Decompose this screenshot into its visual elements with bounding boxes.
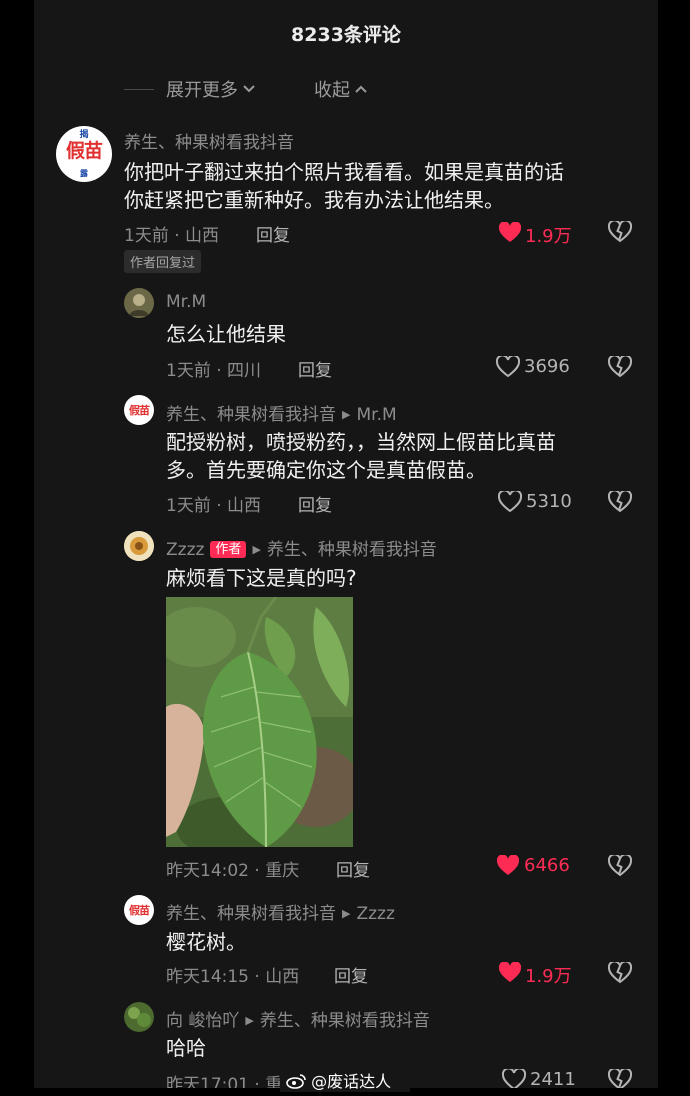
avatar-label: 假苗 xyxy=(65,140,103,162)
chevron-down-icon xyxy=(242,82,256,98)
reply-text: 麻烦看下这是真的吗? xyxy=(166,566,357,590)
weibo-icon xyxy=(286,1072,311,1091)
avatar[interactable] xyxy=(124,1002,154,1032)
collapse-label: 收起 xyxy=(314,80,350,101)
dislike-heart-icon[interactable] xyxy=(607,489,633,517)
reply-button[interactable]: 回复 xyxy=(334,962,368,987)
avatar-label: 假苗 xyxy=(129,404,150,417)
comment-text-line: 你把叶子翻过来拍个照片我看看。如果是真苗的话 xyxy=(124,160,564,184)
reply-text: 怎么让他结果 xyxy=(166,322,286,346)
reply-button[interactable]: 回复 xyxy=(256,221,290,246)
reply-meta: 昨天14:15 · 山西 xyxy=(166,967,300,987)
avatar-label: 假苗 xyxy=(129,904,150,917)
reply-button[interactable]: 回复 xyxy=(298,491,332,516)
like-count: 5310 xyxy=(526,491,572,512)
reply-target-username[interactable]: 养生、种果树看我抖音 xyxy=(267,540,437,560)
reply-arrow-icon: ▶ xyxy=(342,907,351,920)
reply-target-username[interactable]: Mr.M xyxy=(356,405,396,425)
reply-button[interactable]: 回复 xyxy=(336,856,370,881)
reply-username[interactable]: Zzzz xyxy=(166,540,204,560)
avatar[interactable]: 假苗 xyxy=(124,895,154,925)
watermark-text: @废话达人 xyxy=(311,1072,392,1091)
like-count: 1.9万 xyxy=(525,966,572,987)
comment-meta: 1天前 · 山西 xyxy=(124,226,220,246)
heart-filled-icon[interactable] xyxy=(498,961,522,988)
heart-outline-icon[interactable] xyxy=(497,489,523,517)
heart-outline-icon[interactable] xyxy=(495,354,521,382)
reply-username[interactable]: 养生、种果树看我抖音 xyxy=(166,904,336,924)
comment-text-line: 你赶紧把它重新种好。我有办法让他结果。 xyxy=(124,188,504,212)
author-badge: 作者 xyxy=(210,541,247,558)
reply-text: 哈哈 xyxy=(166,1036,206,1060)
reply-arrow-icon: ▶ xyxy=(342,408,351,421)
dislike-heart-icon[interactable] xyxy=(607,1067,633,1088)
avatar[interactable]: 揭 假苗 露 xyxy=(56,126,112,182)
divider-line xyxy=(124,89,154,90)
like-count: 3696 xyxy=(524,356,570,377)
reply-username[interactable]: Mr.M xyxy=(166,292,206,312)
like-count: 1.9万 xyxy=(525,226,572,247)
reply-arrow-icon: ▶ xyxy=(245,1014,254,1027)
leaf-photo[interactable] xyxy=(166,597,353,847)
avatar[interactable] xyxy=(124,531,154,561)
reply-username[interactable]: 向 峻怡吖 xyxy=(166,1011,239,1031)
avatar[interactable] xyxy=(124,288,154,318)
reply-header: 养生、种果树看我抖音 ▶ Zzzz xyxy=(166,899,395,924)
reply-header: 向 峻怡吖 ▶ 养生、种果树看我抖音 xyxy=(166,1006,430,1031)
reply-text: 樱花树。 xyxy=(166,930,246,954)
chevron-up-icon xyxy=(354,82,368,98)
avatar-bottom-text: 露 xyxy=(80,169,88,178)
avatar[interactable]: 假苗 xyxy=(124,395,154,425)
comment-panel: 8233条评论 展开更多 收起 揭 假苗 露 养生、种果树看我抖音 你把叶子翻过… xyxy=(34,0,658,1088)
reply-text-line: 配授粉树，喷授粉药，，当然网上假苗比真苗 xyxy=(166,430,556,454)
comment-count-title: 8233条评论 xyxy=(291,24,401,46)
dislike-heart-icon[interactable] xyxy=(607,219,633,247)
heart-filled-icon[interactable] xyxy=(498,221,522,248)
reply-header: Zzzz 作者 ▶ 养生、种果树看我抖音 xyxy=(166,535,437,560)
collapse-button[interactable]: 收起 xyxy=(314,76,368,102)
heart-filled-icon[interactable] xyxy=(496,854,520,881)
reply-button[interactable]: 回复 xyxy=(298,356,332,381)
dislike-heart-icon[interactable] xyxy=(607,853,633,881)
reply-meta: 1天前 · 山西 xyxy=(166,496,262,516)
reply-meta: 1天前 · 四川 xyxy=(166,361,262,381)
dislike-heart-icon[interactable] xyxy=(607,960,633,988)
like-count: 2411 xyxy=(530,1069,576,1088)
reply-arrow-icon: ▶ xyxy=(252,543,261,556)
reply-header: 养生、种果树看我抖音 ▶ Mr.M xyxy=(166,400,397,425)
reply-meta: 昨天17:01 · 重 xyxy=(166,1075,283,1088)
reply-text-line: 多。首先要确定你这个是真苗假苗。 xyxy=(166,458,486,482)
author-replied-badge: 作者回复过 xyxy=(124,250,202,273)
reply-target-username[interactable]: Zzzz xyxy=(356,904,394,924)
expand-more-label: 展开更多 xyxy=(166,80,238,101)
dislike-heart-icon[interactable] xyxy=(607,354,633,382)
watermark: @废话达人 xyxy=(286,1068,391,1092)
reply-target-username[interactable]: 养生、种果树看我抖音 xyxy=(260,1011,430,1031)
heart-outline-icon[interactable] xyxy=(501,1067,527,1088)
like-count: 6466 xyxy=(524,855,570,876)
reply-username[interactable]: 养生、种果树看我抖音 xyxy=(166,405,336,425)
comment-username[interactable]: 养生、种果树看我抖音 xyxy=(124,128,294,153)
reply-meta: 昨天14:02 · 重庆 xyxy=(166,861,300,881)
expand-more-button[interactable]: 展开更多 xyxy=(166,76,256,102)
